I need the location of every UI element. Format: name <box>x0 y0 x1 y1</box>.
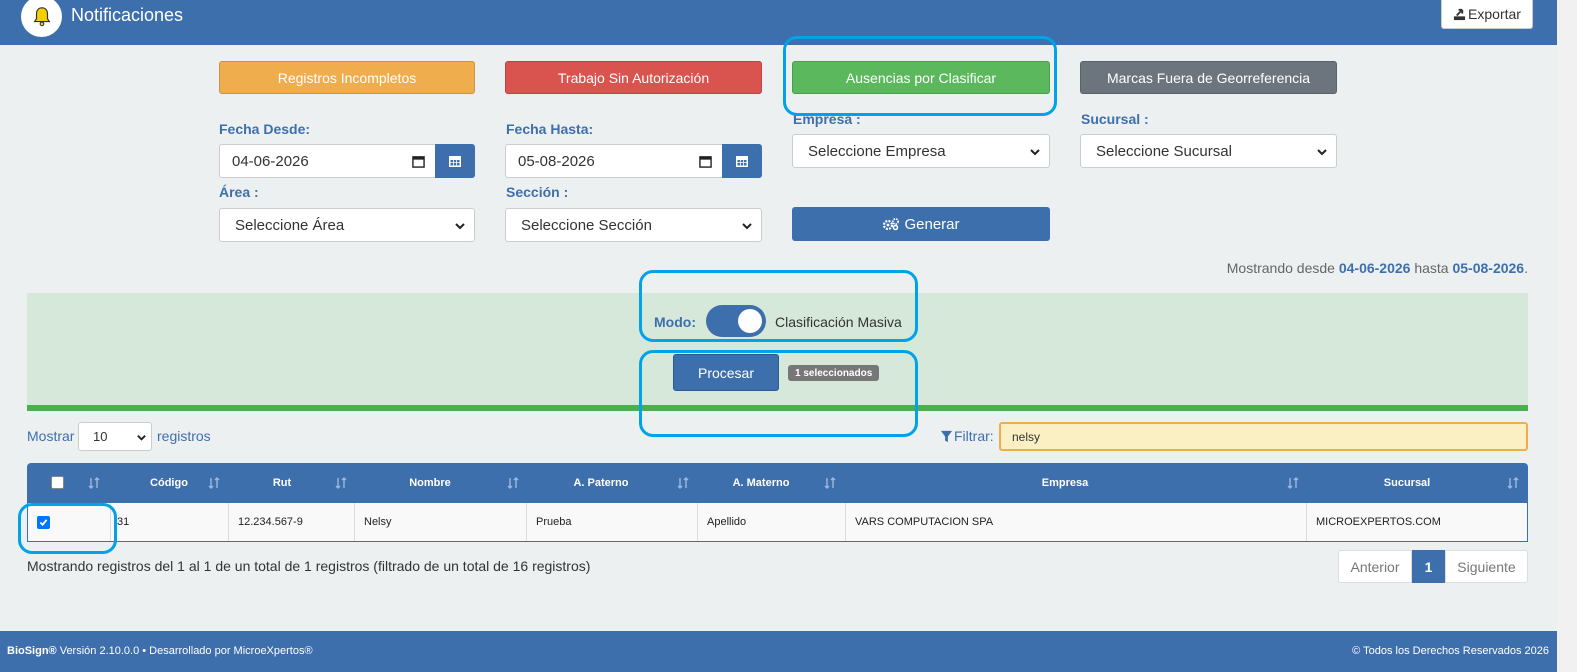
page-title: Notificaciones <box>71 5 184 25</box>
cell-empresa: VARS COMPUTACION SPA <box>846 503 1307 541</box>
footer-version: BioSign® Versión 2.10.0.0 • Desarrollado… <box>7 645 313 657</box>
range-from: 04-06-2026 <box>1338 260 1411 276</box>
fecha-desde-value: 04-06-2026 <box>232 152 309 170</box>
seccion-select-value: Seleccione Sección <box>521 216 652 234</box>
footer-version-text: Versión 2.10.0.0 • Desarrollado por Micr… <box>56 645 313 657</box>
empresa-select[interactable]: Seleccione Empresa <box>792 134 1050 168</box>
generar-button[interactable]: Generar <box>792 207 1050 241</box>
fecha-desde-label: Fecha Desde: <box>219 121 311 137</box>
pagination: Anterior 1 Siguiente <box>1338 550 1528 583</box>
cell-a-materno: Apellido <box>698 503 846 541</box>
annotation-ausencias <box>783 36 1057 116</box>
sort-icon[interactable] <box>1507 477 1519 489</box>
chevron-down-icon <box>1317 149 1327 156</box>
chevron-down-icon <box>742 223 752 230</box>
export-icon <box>1453 8 1466 20</box>
seccion-select[interactable]: Seleccione Sección <box>505 208 762 242</box>
bell-icon-circle <box>21 0 62 37</box>
area-select-value: Seleccione Área <box>235 216 345 234</box>
cell-a-paterno: Prueba <box>527 503 698 541</box>
chevron-down-icon <box>137 435 146 441</box>
range-to: 05-08-2026 <box>1452 260 1525 276</box>
pagination-next[interactable]: Siguiente <box>1445 550 1528 583</box>
footer-brand: BioSign® <box>7 645 57 657</box>
area-select[interactable]: Seleccione Área <box>219 208 475 242</box>
cell-nombre: Nelsy <box>355 503 527 541</box>
sort-icon[interactable] <box>824 477 836 489</box>
annotation-procesar <box>639 350 918 437</box>
vertical-scrollbar[interactable] <box>1557 0 1577 672</box>
page-length-value: 10 <box>93 429 108 444</box>
trabajo-sin-autorizacion-button[interactable]: Trabajo Sin Autorización <box>505 61 762 94</box>
range-text: Mostrando desde 04-06-2026 hasta 05-08-2… <box>1227 260 1528 276</box>
cell-sucursal: MICROEXPERTOS.COM <box>1316 516 1441 528</box>
calendar-mini-icon[interactable] <box>699 155 712 168</box>
sort-icon[interactable] <box>507 477 519 489</box>
range-prefix: Mostrando desde <box>1226 260 1335 276</box>
fecha-hasta-label: Fecha Hasta: <box>506 121 594 137</box>
sort-icon[interactable] <box>88 477 100 489</box>
mostrar-label: Mostrar <box>27 428 75 444</box>
filtrar-label: Filtrar: <box>954 428 994 444</box>
fecha-hasta-input[interactable]: 05-08-2026 <box>505 144 723 178</box>
calendar-icon <box>449 156 461 167</box>
calendar-mini-icon[interactable] <box>412 155 425 168</box>
fecha-desde-input[interactable]: 04-06-2026 <box>219 144 436 178</box>
filter-input[interactable]: nelsy <box>999 422 1528 451</box>
gears-icon <box>883 218 900 231</box>
sort-icon[interactable] <box>1287 477 1299 489</box>
registros-label: registros <box>157 428 211 444</box>
col-header-empresa[interactable]: Empresa <box>845 463 1285 503</box>
calendar-icon <box>736 156 748 167</box>
col-header-sucursal[interactable]: Sucursal <box>1306 463 1508 503</box>
annotation-modo <box>639 270 918 342</box>
range-middle: hasta <box>1414 260 1449 276</box>
seccion-label: Sección : <box>506 184 569 200</box>
col-header-nombre[interactable]: Nombre <box>354 463 506 503</box>
table-header: Código Rut Nombre A. Paterno A. Materno … <box>27 463 1528 503</box>
sort-icon[interactable] <box>208 477 220 489</box>
export-button[interactable]: Exportar <box>1441 0 1533 29</box>
table-row[interactable]: 31 12.234.567-9 Nelsy Prueba Apellido VA… <box>27 503 1528 542</box>
page-length-select[interactable]: 10 <box>78 422 152 451</box>
footer-copyright: © Todos los Derechos Reservados 2026 <box>1352 645 1549 657</box>
cell-rut: 12.234.567-9 <box>229 503 355 541</box>
pagination-previous[interactable]: Anterior <box>1338 550 1412 583</box>
export-label: Exportar <box>1468 6 1521 22</box>
range-suffix: . <box>1524 260 1528 276</box>
sucursal-label: Sucursal : <box>1081 111 1149 127</box>
registros-incompletos-button[interactable]: Registros Incompletos <box>219 61 475 94</box>
sucursal-select-value: Seleccione Sucursal <box>1096 142 1232 160</box>
marcas-fuera-georreferencia-button[interactable]: Marcas Fuera de Georreferencia <box>1080 61 1337 94</box>
bell-icon <box>33 6 50 26</box>
select-all-checkbox[interactable] <box>51 476 64 489</box>
fecha-hasta-value: 05-08-2026 <box>518 152 595 170</box>
table-info: Mostrando registros del 1 al 1 de un tot… <box>27 558 591 574</box>
sort-icon[interactable] <box>335 477 347 489</box>
generar-label: Generar <box>904 215 960 233</box>
top-header: Notificaciones <box>0 0 1557 45</box>
chevron-down-icon <box>1030 149 1040 156</box>
sucursal-select[interactable]: Seleccione Sucursal <box>1080 134 1337 168</box>
fecha-hasta-calendar-button[interactable] <box>722 144 762 178</box>
data-table: Código Rut Nombre A. Paterno A. Materno … <box>27 463 1528 542</box>
col-header-a-materno[interactable]: A. Materno <box>697 463 825 503</box>
filtrar-label-group: Filtrar: <box>940 428 994 444</box>
col-header-rut[interactable]: Rut <box>228 463 336 503</box>
cell-codigo: 31 <box>111 503 229 541</box>
fecha-desde-calendar-button[interactable] <box>435 144 475 178</box>
annotation-checkbox <box>18 503 117 554</box>
pagination-page-1[interactable]: 1 <box>1412 550 1445 583</box>
area-label: Área : <box>219 184 259 200</box>
chevron-down-icon <box>455 223 465 230</box>
col-header-a-paterno[interactable]: A. Paterno <box>526 463 676 503</box>
filter-icon <box>940 430 953 442</box>
footer: BioSign® Versión 2.10.0.0 • Desarrollado… <box>0 631 1557 672</box>
empresa-select-value: Seleccione Empresa <box>808 142 946 160</box>
sort-icon[interactable] <box>677 477 689 489</box>
